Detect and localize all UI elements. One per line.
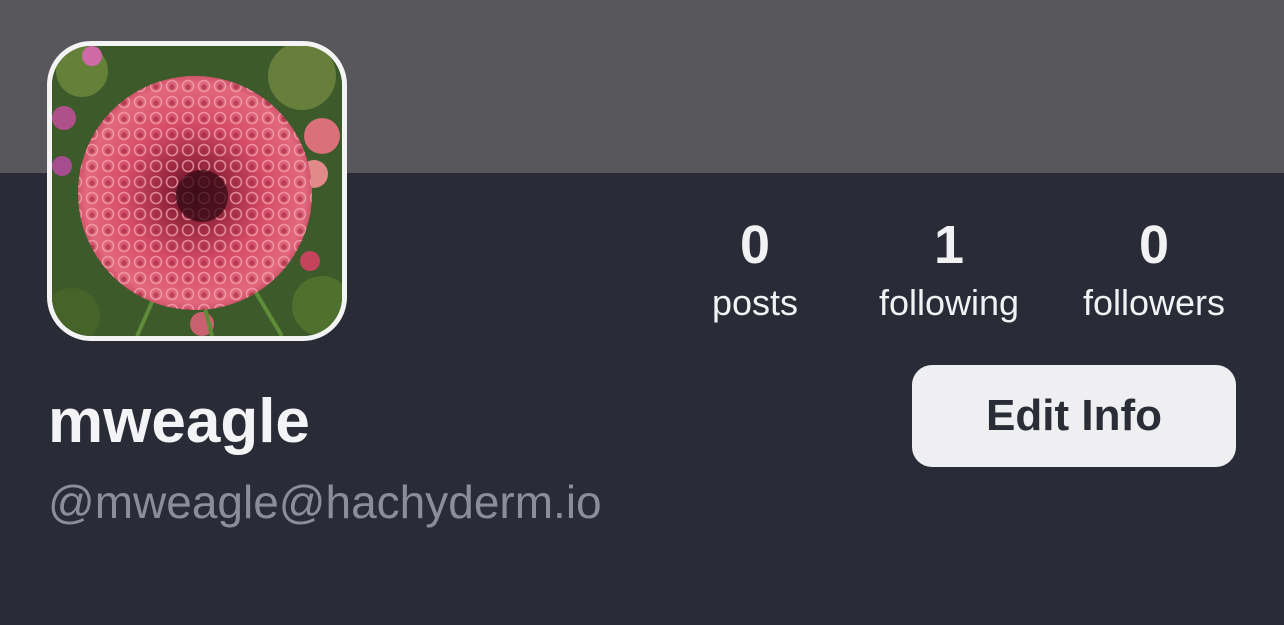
profile-header: 0 posts 1 following 0 followers Edit Inf…: [0, 0, 1284, 625]
followers-count: 0: [1138, 215, 1170, 275]
account-handle: @mweagle@hachyderm.io: [48, 476, 602, 528]
posts-count: 0: [739, 215, 771, 275]
edit-info-button[interactable]: Edit Info: [912, 365, 1236, 467]
avatar[interactable]: [47, 41, 347, 341]
following-count-stat[interactable]: 1 following: [862, 214, 1036, 330]
followers-count-stat[interactable]: 0 followers: [1068, 214, 1240, 330]
followers-label: followers: [1082, 282, 1226, 323]
dahlia-flower-icon: [52, 46, 342, 336]
following-count: 1: [933, 215, 965, 275]
posts-label: posts: [711, 282, 799, 323]
following-label: following: [878, 282, 1020, 323]
posts-count-stat[interactable]: 0 posts: [690, 214, 820, 330]
display-name: mweagle: [48, 387, 310, 456]
